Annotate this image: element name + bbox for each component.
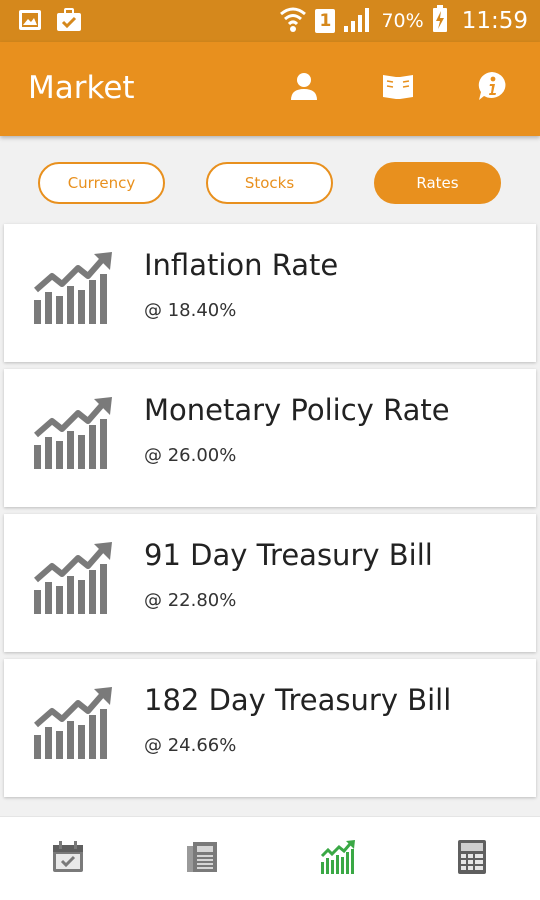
briefcase-icon — [56, 8, 82, 36]
tab-rates[interactable]: Rates — [374, 162, 501, 204]
battery-charging-icon — [432, 5, 448, 37]
trend-chart-icon — [34, 687, 114, 759]
book-button[interactable] — [380, 70, 416, 106]
person-icon — [289, 71, 319, 105]
page-title: Market — [28, 70, 135, 106]
trend-chart-icon — [34, 397, 114, 469]
rate-card-182-day-tbill[interactable]: 182 Day Treasury Bill @ 24.66% — [4, 659, 536, 797]
rate-value: @ 18.40% — [144, 300, 237, 321]
app-bar: Market — [0, 42, 540, 136]
rate-card-inflation[interactable]: Inflation Rate @ 18.40% — [4, 224, 536, 362]
calculator-icon — [457, 839, 487, 879]
tab-currency[interactable]: Currency — [38, 162, 165, 204]
battery-level: 70% — [381, 10, 424, 32]
calendar-icon — [51, 840, 85, 878]
segment-tabs: Currency Stocks Rates — [0, 162, 540, 204]
info-button[interactable] — [474, 70, 510, 106]
profile-button[interactable] — [286, 70, 322, 106]
nav-calendar[interactable] — [48, 839, 88, 879]
rate-title: 91 Day Treasury Bill — [144, 538, 433, 572]
trend-chart-icon — [34, 252, 114, 324]
nav-calculator[interactable] — [452, 839, 492, 879]
info-icon — [476, 70, 508, 106]
trend-chart-icon — [34, 542, 114, 614]
bottom-nav — [0, 816, 540, 900]
clock: 11:59 — [461, 8, 528, 34]
rate-title: 182 Day Treasury Bill — [144, 683, 452, 717]
rate-card-monetary-policy[interactable]: Monetary Policy Rate @ 26.00% — [4, 369, 536, 507]
nav-market[interactable] — [318, 839, 358, 879]
book-icon — [381, 71, 415, 105]
sim-icon: 1 — [315, 9, 336, 33]
status-bar: 1 70% 11:59 — [0, 0, 540, 42]
rate-value: @ 22.80% — [144, 590, 237, 611]
chart-icon — [320, 840, 356, 878]
newspaper-icon — [185, 840, 219, 878]
rate-title: Inflation Rate — [144, 248, 339, 282]
nav-news[interactable] — [182, 839, 222, 879]
rate-card-91-day-tbill[interactable]: 91 Day Treasury Bill @ 22.80% — [4, 514, 536, 652]
image-icon — [18, 8, 42, 36]
wifi-icon — [279, 4, 307, 38]
tab-stocks[interactable]: Stocks — [206, 162, 333, 204]
signal-icon — [343, 6, 373, 36]
rate-value: @ 26.00% — [144, 445, 237, 466]
rate-title: Monetary Policy Rate — [144, 393, 450, 427]
rate-value: @ 24.66% — [144, 735, 237, 756]
